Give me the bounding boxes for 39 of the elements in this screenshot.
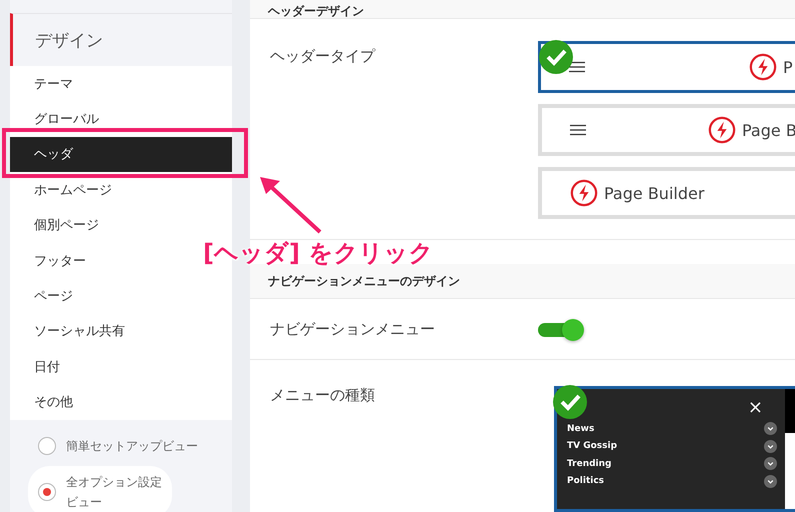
sidebar-item[interactable]: グローバル (10, 101, 111, 137)
logo-text: P (783, 58, 793, 77)
header-type-option[interactable]: P (538, 41, 795, 94)
sidebar-item[interactable]: ホームページ (10, 172, 124, 208)
menu-item-text: Politics (567, 476, 604, 486)
chevron-down-icon (764, 422, 777, 436)
header-type-option[interactable]: Page Builder (538, 167, 795, 220)
chevron-down-icon (764, 474, 777, 488)
sidebar-section-title: デザイン (10, 13, 232, 66)
sidebar-item[interactable]: 日付 (10, 349, 72, 385)
logo-text: Page Builder (604, 184, 704, 203)
sidebar-item[interactable]: ソーシャル共有 (10, 314, 137, 350)
sidebar-item[interactable]: その他 (10, 384, 85, 420)
sidebar-item[interactable]: ヘッダ (10, 136, 232, 172)
sidebar-item[interactable]: ページ (10, 278, 85, 314)
lightning-logo-icon (749, 53, 777, 82)
sidebar-item[interactable]: フッター (10, 242, 98, 278)
section-header: ナビゲーションメニューのデザイン (250, 264, 795, 300)
menu-item-text: News (567, 424, 594, 434)
sidebar-item[interactable]: 個別ページ (10, 208, 111, 243)
lightning-logo-icon (708, 116, 736, 144)
radio-button[interactable] (38, 436, 56, 455)
check-icon (553, 385, 587, 419)
close-icon: × (748, 399, 763, 417)
chevron-down-icon (764, 457, 777, 470)
sidebar-item[interactable]: テーマ (10, 66, 85, 102)
radio-button[interactable] (38, 482, 56, 501)
section-header: ヘッダーデザイン (250, 0, 795, 20)
chevron-down-icon (764, 440, 777, 453)
menu-type-option[interactable]: × News TV Gossip Trending Politics (554, 386, 795, 512)
setting-label: メニューの種類 (269, 386, 376, 405)
view-option-label: 全オプション設定ビュー (66, 474, 162, 511)
lightning-logo-icon (570, 179, 598, 208)
setting-label: ナビゲーションメニュー (269, 320, 436, 339)
check-icon (539, 40, 573, 74)
view-option-label: 簡単セットアップビュー (66, 438, 198, 455)
menu-item-text: TV Gossip (567, 441, 618, 452)
menu-item-text: Trending (567, 458, 612, 469)
setting-label: ヘッダータイプ (269, 46, 376, 66)
